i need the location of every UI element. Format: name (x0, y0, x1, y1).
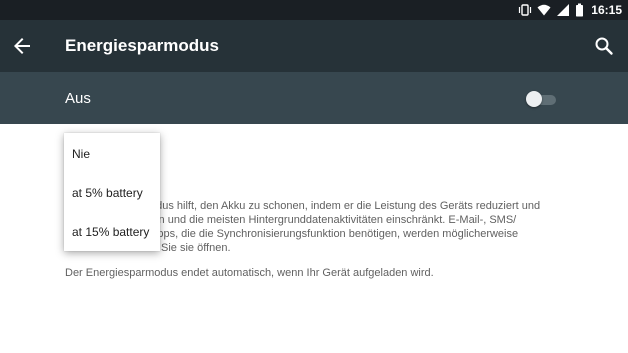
status-icons: 16:15 (518, 0, 622, 20)
power-saver-toggle[interactable] (526, 91, 556, 107)
menu-item-never[interactable]: Nie (72, 147, 90, 161)
search-icon (592, 37, 616, 62)
arrow-back-icon (10, 38, 34, 62)
auto-enable-popup-menu: Nie at 5% battery at 15% battery (64, 133, 160, 251)
master-switch-label: Aus (65, 90, 91, 107)
search-button[interactable] (592, 34, 616, 58)
status-bar: 16:15 (0, 0, 628, 20)
footer-note: Der Energiesparmodus endet automatisch, … (65, 267, 434, 279)
menu-item-5-percent[interactable]: at 5% battery (72, 186, 143, 200)
toggle-thumb (526, 91, 542, 107)
back-button[interactable] (10, 34, 34, 58)
status-time: 16:15 (591, 3, 622, 17)
wifi-icon (537, 3, 551, 17)
toolbar: Energiesparmodus (0, 20, 628, 72)
battery-icon (575, 3, 584, 17)
page-title: Energiesparmodus (65, 36, 219, 55)
vibrate-icon (518, 3, 532, 17)
master-switch-row[interactable]: Aus (0, 72, 628, 124)
menu-item-15-percent[interactable]: at 15% battery (72, 225, 149, 239)
cell-signal-icon (556, 3, 570, 17)
